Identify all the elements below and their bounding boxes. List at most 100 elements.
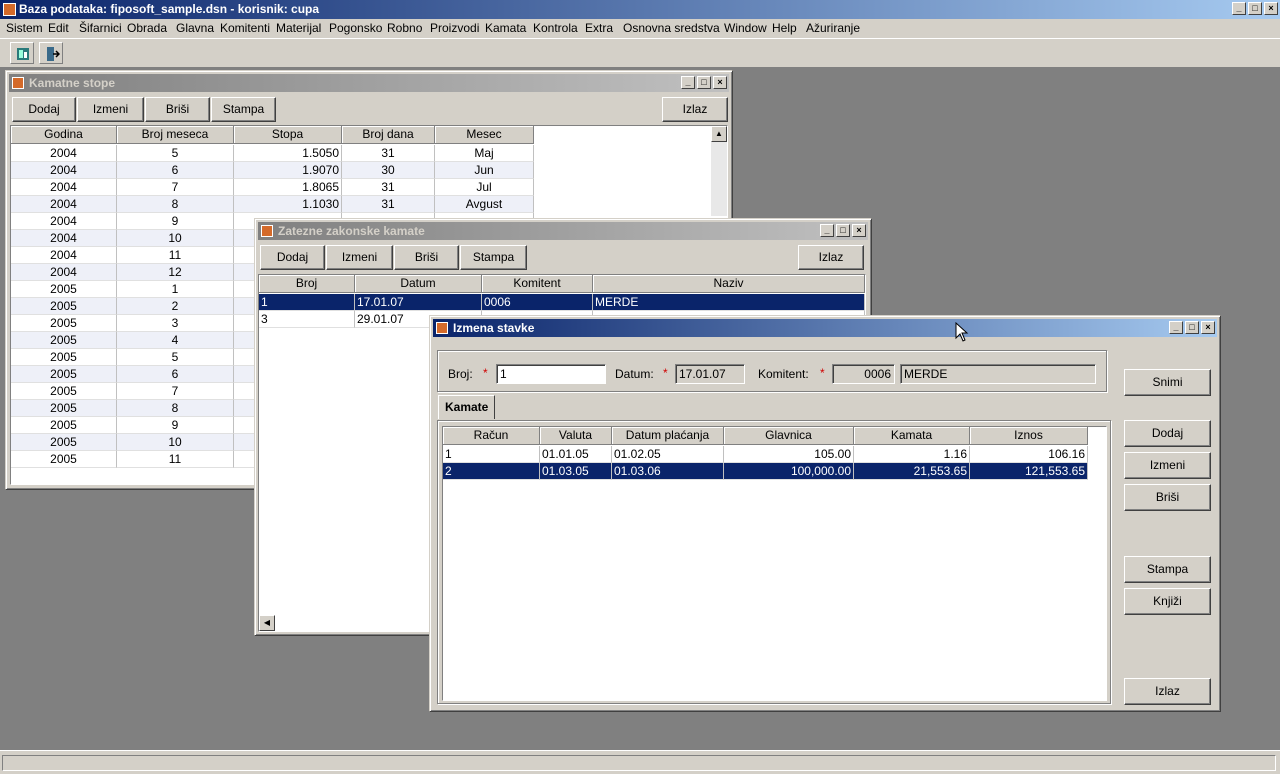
kamatne-print-button[interactable]: Stampa [211,97,276,122]
col-header-kamata[interactable]: Kamata [854,427,970,445]
maximize-icon[interactable]: □ [1185,321,1199,334]
col-header-iznos[interactable]: Iznos [970,427,1088,445]
menu-edit[interactable]: Edit [48,21,69,35]
menu-kamata[interactable]: Kamata [485,21,526,35]
table-cell: 31 [342,145,435,162]
table-row[interactable]: 2004 5 1.5050 31 Maj [11,145,711,162]
table-cell: 1 [259,294,355,311]
table-cell: 2005 [11,281,117,298]
col-header-broj-dana[interactable]: Broj dana [342,126,435,144]
toolbar [0,38,1280,68]
close-icon[interactable]: × [852,224,866,237]
edit-row-button[interactable]: Izmeni [1124,452,1211,479]
menu-kontrola[interactable]: Kontrola [533,21,578,35]
menu-glavna[interactable]: Glavna [176,21,214,35]
col-header-racun[interactable]: Račun [443,427,540,445]
table-row[interactable]: 1 01.01.05 01.02.05 105.00 1.16 106.16 [443,446,1106,463]
menu-sistem[interactable]: Sistem [6,21,43,35]
kamatne-title-bar[interactable]: Kamatne stope _ □ × [9,74,729,92]
save-button[interactable]: Snimi [1124,369,1211,396]
table-cell: 01.03.05 [540,463,612,480]
menu-sifarnici[interactable]: Šifarnici [79,21,122,35]
menu-pogonsko[interactable]: Pogonsko [329,21,382,35]
col-header-broj-meseca[interactable]: Broj meseca [117,126,234,144]
menu-osnovna-sredstva[interactable]: Osnovna sredstva [623,21,720,35]
col-header-broj[interactable]: Broj [259,275,355,293]
restore-icon[interactable]: □ [1248,2,1262,15]
maximize-icon[interactable]: □ [836,224,850,237]
table-cell: 2 [443,463,540,480]
minimize-icon[interactable]: _ [1169,321,1183,334]
col-header-naziv[interactable]: Naziv [593,275,865,293]
menu-window[interactable]: Window [724,21,767,35]
menu-help[interactable]: Help [772,21,797,35]
col-header-datum[interactable]: Datum [355,275,482,293]
col-header-mesec[interactable]: Mesec [435,126,534,144]
table-row[interactable]: 2004 7 1.8065 31 Jul [11,179,711,196]
print-button[interactable]: Stampa [1124,556,1211,583]
table-row[interactable]: 1 17.01.07 0006 MERDE [259,294,865,311]
izmena-title-bar[interactable]: Izmena stavke _ □ × [433,319,1217,337]
exit-tool-button[interactable] [39,42,63,64]
close-icon[interactable]: × [1264,2,1278,15]
exit-button[interactable]: Izlaz [1124,678,1211,705]
zatezne-exit-button[interactable]: Izlaz [798,245,864,270]
broj-input[interactable]: 1 [496,364,606,384]
post-button[interactable]: Knjiži [1124,588,1211,615]
maximize-icon[interactable]: □ [697,76,711,89]
table-row[interactable]: 2 01.03.05 01.03.06 100,000.00 21,553.65 121,… [443,463,1106,480]
scroll-left-icon[interactable]: ◀ [259,615,275,631]
table-cell: 11 [117,247,234,264]
kamatne-vscroll[interactable]: ▲ [711,126,727,216]
kamate-grid[interactable]: Račun Valuta Datum plaćanja Glavnica Kam… [442,426,1107,701]
status-pane [2,755,1276,771]
table-cell: 6 [117,366,234,383]
col-header-datum-placanja[interactable]: Datum plaćanja [612,427,724,445]
menu-materijal[interactable]: Materijal [276,21,321,35]
table-cell: 1 [443,446,540,463]
col-header-godina[interactable]: Godina [11,126,117,144]
status-bar [0,750,1280,774]
zatezne-print-button[interactable]: Stampa [460,245,527,270]
menu-robno[interactable]: Robno [387,21,422,35]
kamatne-add-button[interactable]: Dodaj [12,97,76,122]
zatezne-edit-button[interactable]: Izmeni [326,245,393,270]
menu-komitenti[interactable]: Komitenti [220,21,270,35]
zatezne-delete-button[interactable]: Briši [394,245,459,270]
scroll-up-icon[interactable]: ▲ [711,126,727,142]
minimize-icon[interactable]: _ [681,76,695,89]
menu-obrada[interactable]: Obrada [127,21,167,35]
menu-azuriranje[interactable]: Ažuriranje [806,21,860,35]
col-header-glavnica[interactable]: Glavnica [724,427,854,445]
kamatne-title: Kamatne stope [29,76,116,90]
table-cell: 8 [117,400,234,417]
minimize-icon[interactable]: _ [1232,2,1246,15]
zatezne-add-button[interactable]: Dodaj [260,245,325,270]
komitent-label: Komitent: [758,367,809,381]
menu-proizvodi[interactable]: Proizvodi [430,21,479,35]
minimize-icon[interactable]: _ [820,224,834,237]
kamatne-edit-button[interactable]: Izmeni [77,97,144,122]
col-header-valuta[interactable]: Valuta [540,427,612,445]
table-cell: 21,553.65 [854,463,970,480]
table-cell: Jul [435,179,534,196]
database-tool-button[interactable] [10,42,34,64]
close-icon[interactable]: × [713,76,727,89]
close-icon[interactable]: × [1201,321,1215,334]
table-cell: 1.1030 [234,196,342,213]
table-cell: 01.01.05 [540,446,612,463]
tab-kamate[interactable]: Kamate [438,395,496,419]
kamatne-exit-button[interactable]: Izlaz [662,97,728,122]
broj-label: Broj: [448,367,473,381]
add-row-button[interactable]: Dodaj [1124,420,1211,447]
app-caption-buttons: _ □ × [1232,2,1278,15]
menu-extra[interactable]: Extra [585,21,613,35]
col-header-komitent[interactable]: Komitent [482,275,593,293]
kamatne-delete-button[interactable]: Briši [145,97,210,122]
table-row[interactable]: 2004 8 1.1030 31 Avgust [11,196,711,213]
col-header-stopa[interactable]: Stopa [234,126,342,144]
table-row[interactable]: 2004 6 1.9070 30 Jun [11,162,711,179]
komitent-code-field[interactable]: 0006 [832,364,895,384]
zatezne-title-bar[interactable]: Zatezne zakonske kamate _ □ × [258,222,868,240]
delete-row-button[interactable]: Briši [1124,484,1211,511]
